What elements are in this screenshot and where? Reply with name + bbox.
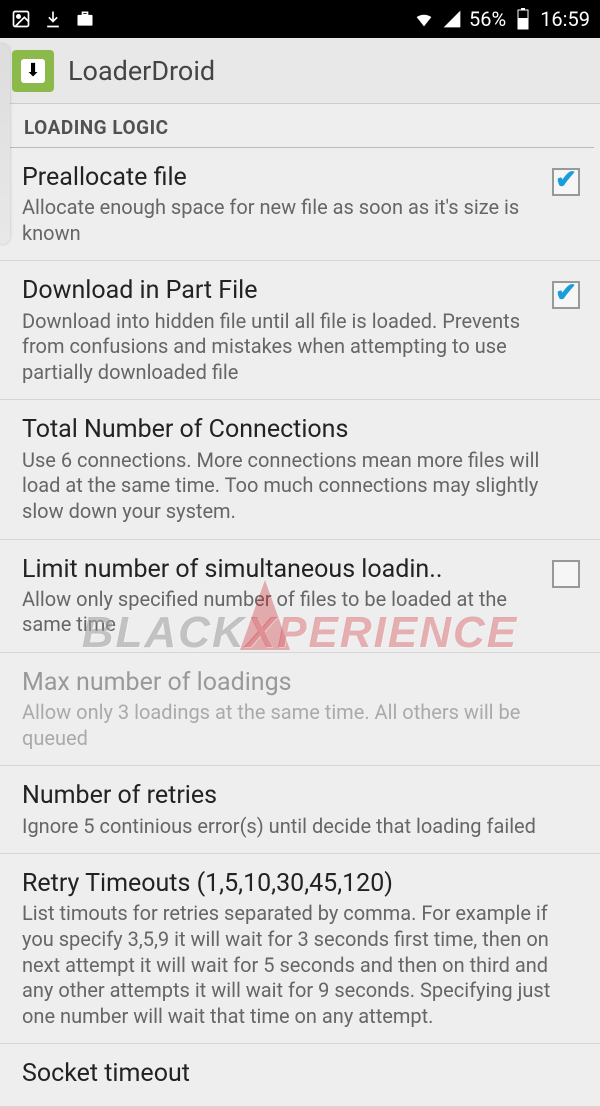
image-icon xyxy=(10,8,32,30)
setting-title: Total Number of Connections xyxy=(22,414,568,445)
section-header-loading-logic: LOADING LOGIC xyxy=(6,104,594,148)
clock-text: 16:59 xyxy=(540,7,590,31)
setting-summary: Ignore 5 continious error(s) until decid… xyxy=(22,814,568,840)
setting-summary: Allocate enough space for new file as so… xyxy=(22,195,540,246)
drawer-handle[interactable] xyxy=(0,44,10,244)
setting-title: Preallocate file xyxy=(22,162,540,193)
setting-total_connections[interactable]: Total Number of ConnectionsUse 6 connect… xyxy=(0,400,600,539)
setting-max_loadings: Max number of loadingsAllow only 3 loadi… xyxy=(0,653,600,766)
setting-summary: List timouts for retries separated by co… xyxy=(22,901,568,1029)
signal-icon xyxy=(441,8,463,30)
setting-summary: Allow only 3 loadings at the same time. … xyxy=(22,700,568,751)
setting-summary: Use 6 connections. More connections mean… xyxy=(22,448,568,525)
setting-preallocate[interactable]: Preallocate fileAllocate enough space fo… xyxy=(0,148,600,261)
setting-title: Socket timeout xyxy=(22,1058,568,1089)
setting-title: Limit number of simultaneous loadin.. xyxy=(22,554,540,585)
briefcase-icon xyxy=(74,8,96,30)
battery-percent: 56% xyxy=(469,7,506,31)
setting-title: Number of retries xyxy=(22,780,568,811)
checkbox-download_part[interactable] xyxy=(552,281,580,309)
app-bar: ⬇ LoaderDroid xyxy=(0,38,600,104)
setting-title: Download in Part File xyxy=(22,275,540,306)
setting-summary: Allow only specified number of files to … xyxy=(22,587,540,638)
download-status-icon xyxy=(42,8,64,30)
settings-list: Preallocate fileAllocate enough space fo… xyxy=(0,148,600,1107)
setting-download_part[interactable]: Download in Part FileDownload into hidde… xyxy=(0,261,600,400)
app-icon: ⬇ xyxy=(12,50,54,92)
battery-icon xyxy=(512,8,534,30)
checkbox-preallocate[interactable] xyxy=(552,168,580,196)
wifi-icon xyxy=(413,8,435,30)
app-title: LoaderDroid xyxy=(68,55,215,87)
setting-summary: Download into hidden file until all file… xyxy=(22,309,540,386)
setting-retry_timeouts[interactable]: Retry Timeouts (1,5,10,30,45,120)List ti… xyxy=(0,854,600,1044)
setting-limit_simultaneous[interactable]: Limit number of simultaneous loadin..All… xyxy=(0,540,600,653)
status-bar: 56% 16:59 xyxy=(0,0,600,38)
setting-title: Max number of loadings xyxy=(22,667,568,698)
setting-num_retries[interactable]: Number of retries Ignore 5 continious err… xyxy=(0,766,600,854)
setting-socket_timeout[interactable]: Socket timeout xyxy=(0,1044,600,1106)
checkbox-limit_simultaneous[interactable] xyxy=(552,560,580,588)
setting-title: Retry Timeouts (1,5,10,30,45,120) xyxy=(22,868,568,899)
